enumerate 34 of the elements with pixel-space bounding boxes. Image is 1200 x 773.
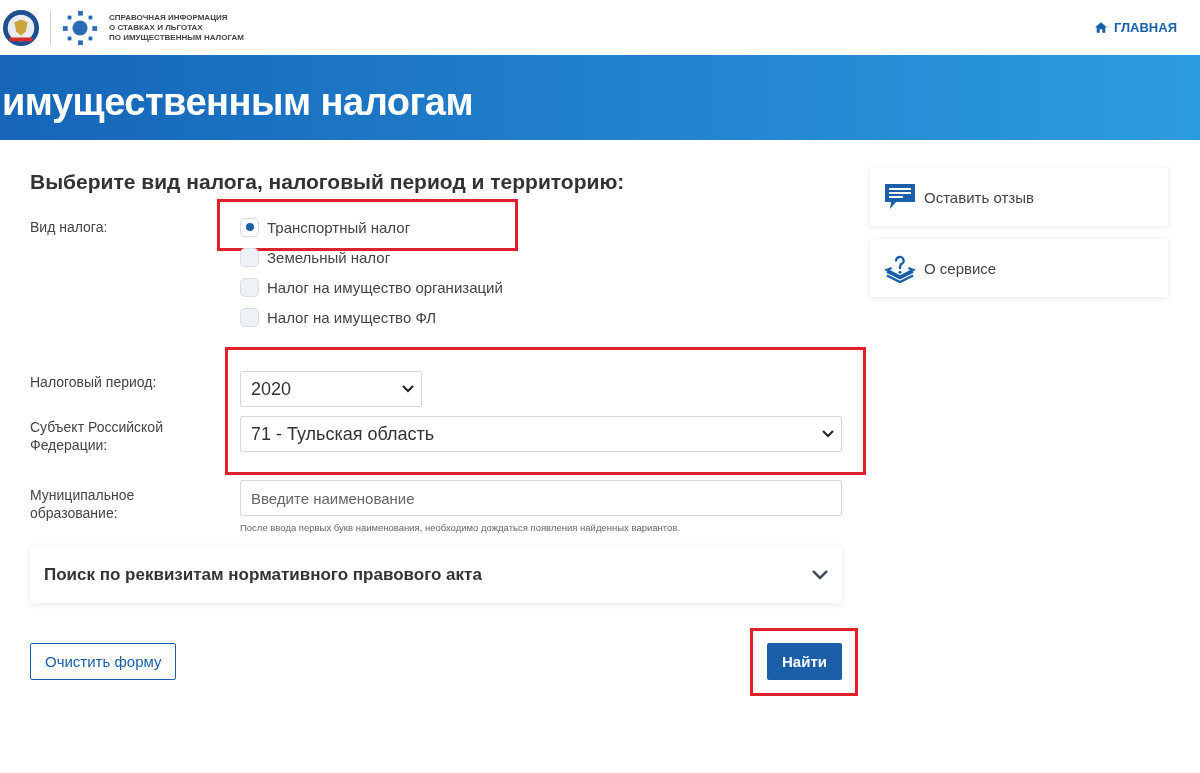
municipality-input[interactable]: Введите наименование <box>240 480 842 516</box>
about-link[interactable]: О сервисе <box>870 239 1168 297</box>
logo-text-line: О СТАВКАХ И ЛЬГОТАХ <box>109 22 204 33</box>
radio-button[interactable] <box>240 217 259 237</box>
radio-option[interactable]: Транспортный налог <box>240 217 411 237</box>
field-label: Вид налога: <box>30 218 109 237</box>
find-button[interactable]: Найти <box>767 643 842 680</box>
chevron-down-icon <box>822 430 834 438</box>
radio-button[interactable] <box>240 307 259 327</box>
chevron-icon <box>812 570 828 580</box>
clear-form-button[interactable]: Очистить форму <box>30 643 177 680</box>
radio-button[interactable] <box>240 247 259 267</box>
logo-text-line: ПО ИМУЩЕСТВЕННЫМ НАЛОГАМ <box>109 32 244 43</box>
question-layers-icon <box>884 253 916 283</box>
accordion-header[interactable]: Поиск по реквизитам нормативного правового акта <box>30 547 842 603</box>
logo-text-line: СПРАВОЧНАЯ ИНФОРМАЦИЯ <box>109 12 229 23</box>
chevron-down-icon <box>402 385 414 393</box>
radio-button[interactable] <box>240 277 259 297</box>
field-label: Субъект Российской Федерации: <box>30 418 164 454</box>
form-heading: Выберите вид налога, налоговый период и территорию: <box>30 170 626 194</box>
snowflake-logo <box>61 8 99 47</box>
radio-option[interactable]: Земельный налог <box>240 247 391 267</box>
home-link[interactable]: ГЛАВНАЯ <box>1094 20 1177 35</box>
banner-title: имущественным налогам <box>2 81 474 124</box>
feedback-link[interactable]: Оставить отзыв <box>870 168 1168 226</box>
emblem-logo <box>2 7 40 48</box>
period-select[interactable]: 2020 <box>240 371 422 407</box>
radio-option[interactable]: Налог на имущество организаций <box>240 277 503 297</box>
hint-text: После ввода первых букв наименования, необходимо дождаться появления найденных вариантов. <box>240 522 682 533</box>
radio-option[interactable]: Налог на имущество ФЛ <box>240 307 437 327</box>
field-label: Налоговый период: <box>30 373 158 392</box>
region-select[interactable]: 71 - Тульская область <box>240 416 842 452</box>
home-icon <box>1094 22 1107 33</box>
field-label: Муниципальное образование: <box>30 486 136 523</box>
